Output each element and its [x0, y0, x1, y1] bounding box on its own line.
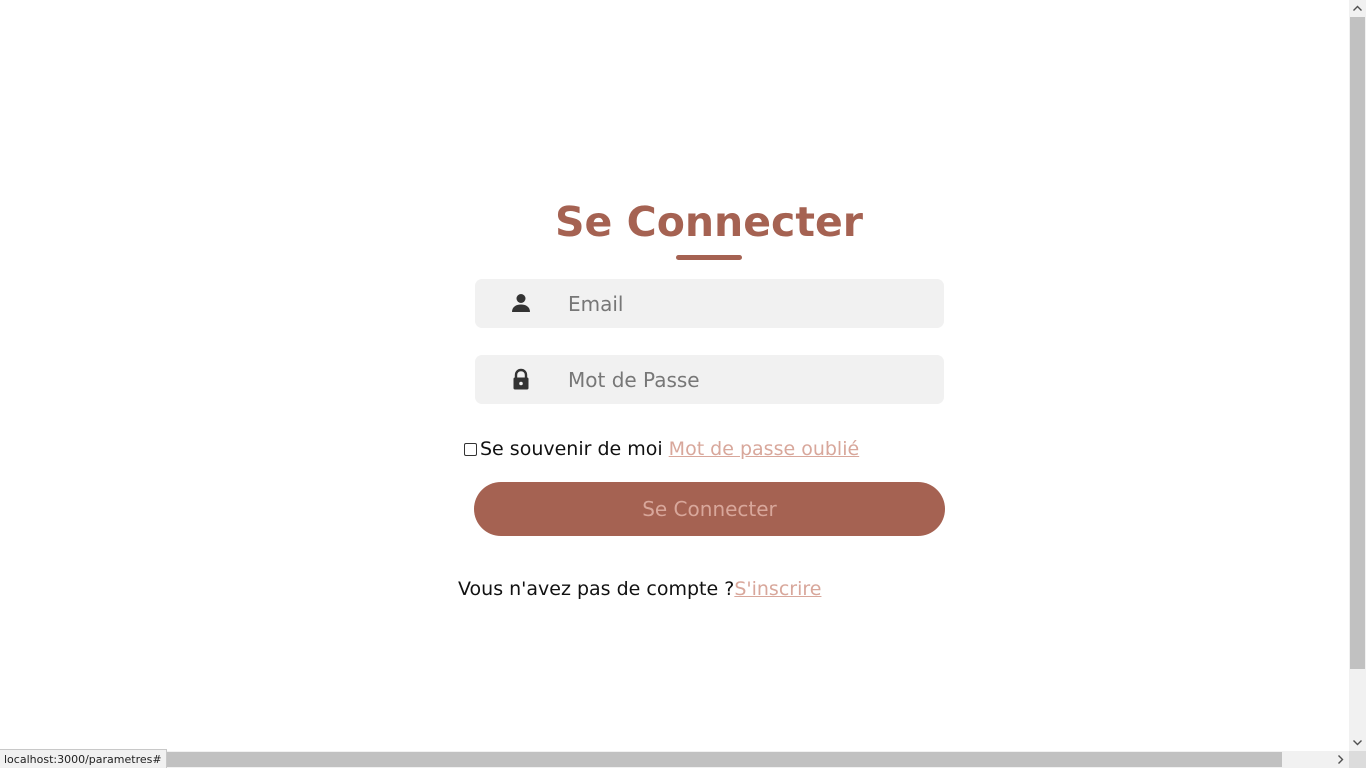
email-field[interactable]: [475, 279, 944, 328]
horizontal-scrollbar[interactable]: [0, 751, 1349, 768]
scroll-up-arrow-icon[interactable]: [1349, 0, 1366, 17]
horizontal-scroll-thumb[interactable]: [0, 752, 1282, 767]
title-underline: [676, 255, 742, 260]
remember-label[interactable]: Se souvenir de moi: [480, 438, 663, 460]
password-field[interactable]: [475, 355, 944, 404]
user-icon: [509, 291, 533, 315]
remember-checkbox[interactable]: [464, 442, 477, 456]
login-button[interactable]: Se Connecter: [474, 482, 945, 536]
scroll-down-arrow-icon[interactable]: [1349, 734, 1366, 751]
vertical-scrollbar[interactable]: [1349, 0, 1366, 751]
page-viewport: Se Connecter Se souvenir de moi Mot de p…: [0, 0, 1349, 751]
page-title: Se Connecter: [555, 198, 863, 246]
scrollbar-corner: [1349, 751, 1366, 768]
scroll-right-arrow-icon[interactable]: [1332, 751, 1349, 768]
remember-row: Se souvenir de moi Mot de passe oublié: [462, 435, 859, 463]
signup-row: Vous n'avez pas de compte ?S'inscrire: [458, 578, 821, 600]
status-bar-url: localhost:3000/parametres#: [0, 749, 167, 768]
email-input[interactable]: [557, 279, 938, 328]
signup-link[interactable]: S'inscrire: [734, 578, 821, 600]
vertical-scroll-thumb[interactable]: [1350, 17, 1365, 669]
lock-icon: [509, 367, 533, 391]
password-input[interactable]: [557, 355, 938, 404]
forgot-password-link[interactable]: Mot de passe oublié: [669, 438, 860, 460]
signup-prompt: Vous n'avez pas de compte ?: [458, 578, 735, 600]
